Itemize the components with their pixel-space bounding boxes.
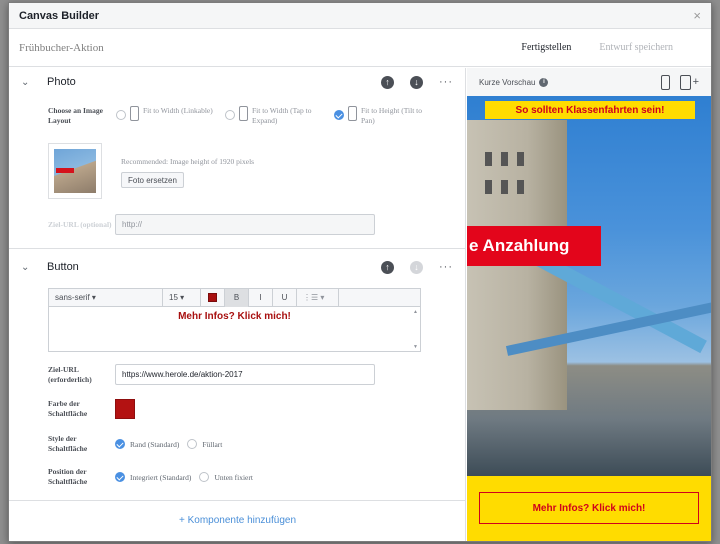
more-icon[interactable]: ···	[439, 76, 453, 88]
phone-icon[interactable]	[660, 74, 670, 90]
button-url-row: Ziel-URL (erforderlich) https://www.hero…	[48, 364, 375, 385]
underline-button[interactable]: U	[273, 288, 297, 307]
move-down-icon: ↓	[410, 260, 423, 274]
button-position-row: Position der Schaltfläche Integriert (St…	[48, 467, 261, 487]
radio-button[interactable]	[199, 472, 210, 482]
radio-button-selected[interactable]	[115, 439, 125, 449]
button-url-label: Ziel-URL (erforderlich)	[48, 364, 92, 384]
layout-option-fit-width-linkable[interactable]: Fit to Width (Linkable)	[116, 106, 213, 126]
radio-button[interactable]	[187, 439, 198, 449]
radio-button-selected[interactable]	[115, 472, 125, 482]
add-device-icon[interactable]: +	[693, 76, 699, 88]
button-style-label: Style der Schaltfläche	[48, 434, 88, 453]
preview-cta-button[interactable]: Mehr Infos? Klick mich!	[479, 492, 699, 524]
replace-photo-button[interactable]: Foto ersetzen	[121, 172, 184, 188]
close-icon[interactable]: ×	[693, 8, 701, 23]
font-size-select[interactable]: 15 ▾	[163, 288, 201, 307]
image-layout-row: Choose an Image Layout Fit to Width (Lin…	[48, 106, 448, 126]
position-option-label: Unten fixiert	[214, 472, 253, 482]
image-layout-label: Choose an Image Layout	[48, 106, 104, 125]
button-text-editor[interactable]: sans-serif ▾ 15 ▾ B I U ⋮☰ ▾ Mehr Infos?…	[48, 288, 421, 352]
button-url-input[interactable]: https://www.herole.de/aktion-2017	[115, 364, 375, 385]
document-name[interactable]: Frühbucher-Aktion	[19, 42, 104, 54]
tower-bridge-image	[54, 149, 96, 193]
move-up-icon[interactable]: ↑	[381, 260, 394, 274]
photo-section-header[interactable]: ⌄ Photo ↑ ↓ ···	[9, 68, 465, 96]
style-option-label: Rand (Standard)	[130, 439, 180, 449]
button-color-swatch[interactable]	[115, 399, 135, 419]
radio-button-selected[interactable]	[334, 110, 344, 120]
phone-icon	[348, 106, 357, 121]
scroll-up-icon[interactable]: ▲	[413, 309, 418, 315]
move-down-icon[interactable]: ↓	[410, 75, 423, 89]
photo-url-input[interactable]: http://	[115, 214, 375, 235]
layout-option-label: Fit to Width (Linkable)	[143, 106, 213, 115]
canvas-builder-dialog: Canvas Builder × Frühbucher-Aktion Ferti…	[8, 2, 712, 542]
photo-thumbnail[interactable]	[48, 143, 102, 199]
phone-add-icon[interactable]	[679, 74, 691, 90]
phone-icon	[239, 106, 248, 121]
align-select[interactable]: ⋮☰ ▾	[297, 288, 339, 307]
button-section-header[interactable]: ⌄ Button ↑ ↓ ···	[9, 253, 465, 281]
layout-option-fit-height[interactable]: Fit to Height (Tilt to Pan)	[334, 106, 431, 126]
device-toggles: +	[660, 74, 699, 90]
radio-button[interactable]	[116, 110, 126, 120]
font-family-select[interactable]: sans-serif ▾	[49, 288, 163, 307]
button-section-title: Button	[47, 261, 79, 273]
button-style-row: Style der Schaltfläche Rand (Standard) F…	[48, 434, 230, 454]
preview-panel: Kurze Vorschau i + So sollten Klassenfah…	[467, 68, 711, 541]
button-position-label: Position der Schaltfläche	[48, 467, 88, 486]
layout-option-label: Fit to Width (Tap to Expand)	[252, 106, 312, 125]
image-recommendation: Recommended: Image height of 1920 pixels	[121, 157, 255, 166]
chevron-down-icon[interactable]: ⌄	[21, 77, 47, 88]
style-option-label: Füllart	[202, 439, 223, 449]
italic-button[interactable]: I	[249, 288, 273, 307]
preview-banner: So sollten Klassenfahrten sein!	[485, 101, 695, 119]
text-color-picker[interactable]	[201, 288, 225, 307]
save-draft-button[interactable]: Entwurf speichern	[599, 42, 673, 53]
text-toolbar: sans-serif ▾ 15 ▾ B I U ⋮☰ ▾	[49, 288, 420, 307]
bold-button[interactable]: B	[225, 288, 249, 307]
style-option-fill[interactable]: Füllart	[187, 439, 222, 449]
dialog-title: Canvas Builder	[19, 9, 100, 22]
photo-url-row: Ziel-URL (optional) http://	[48, 214, 375, 235]
layout-option-fit-width-expand[interactable]: Fit to Width (Tap to Expand)	[225, 106, 322, 126]
title-bar: Canvas Builder ×	[9, 3, 711, 29]
layout-option-label: Fit to Height (Tilt to Pan)	[361, 106, 422, 125]
finish-button[interactable]: Fertigstellen	[521, 42, 571, 53]
preview-image	[467, 96, 711, 476]
divider	[9, 500, 465, 501]
add-component-button[interactable]: + Komponente hinzufügen	[9, 515, 465, 526]
info-icon[interactable]: i	[539, 77, 549, 87]
position-option-integrated[interactable]: Integriert (Standard)	[115, 472, 191, 482]
photo-section-tools: ↑ ↓ ···	[381, 75, 453, 89]
button-color-label: Farbe der Schaltfläche	[48, 399, 88, 418]
color-swatch-icon	[208, 293, 217, 302]
divider	[9, 248, 465, 249]
style-option-border[interactable]: Rand (Standard)	[115, 439, 179, 449]
preview-footer: Mehr Infos? Klick mich!	[467, 476, 711, 541]
position-option-fixed-bottom[interactable]: Unten fixiert	[199, 472, 253, 482]
preview-red-label: e Anzahlung	[467, 226, 601, 266]
position-option-label: Integriert (Standard)	[130, 472, 192, 482]
preview-header: Kurze Vorschau i +	[467, 68, 711, 96]
more-icon[interactable]: ···	[439, 261, 453, 273]
scroll-down-icon[interactable]: ▼	[413, 344, 418, 350]
preview-title: Kurze Vorschau	[479, 77, 536, 87]
document-header: Frühbucher-Aktion Fertigstellen Entwurf …	[9, 29, 711, 67]
dialog-body: ⌄ Photo ↑ ↓ ··· Choose an Image Layout F…	[9, 68, 711, 541]
chevron-down-icon[interactable]: ⌄	[21, 262, 47, 273]
button-section-tools: ↑ ↓ ···	[381, 260, 453, 274]
button-text-content[interactable]: Mehr Infos? Klick mich!	[49, 307, 420, 322]
photo-url-label: Ziel-URL (optional)	[48, 219, 112, 229]
radio-button[interactable]	[225, 110, 235, 120]
phone-icon	[130, 106, 139, 121]
move-up-icon[interactable]: ↑	[381, 75, 394, 89]
button-color-row: Farbe der Schaltfläche	[48, 399, 135, 419]
photo-section-title: Photo	[47, 76, 76, 88]
editor-panel: ⌄ Photo ↑ ↓ ··· Choose an Image Layout F…	[9, 68, 466, 541]
